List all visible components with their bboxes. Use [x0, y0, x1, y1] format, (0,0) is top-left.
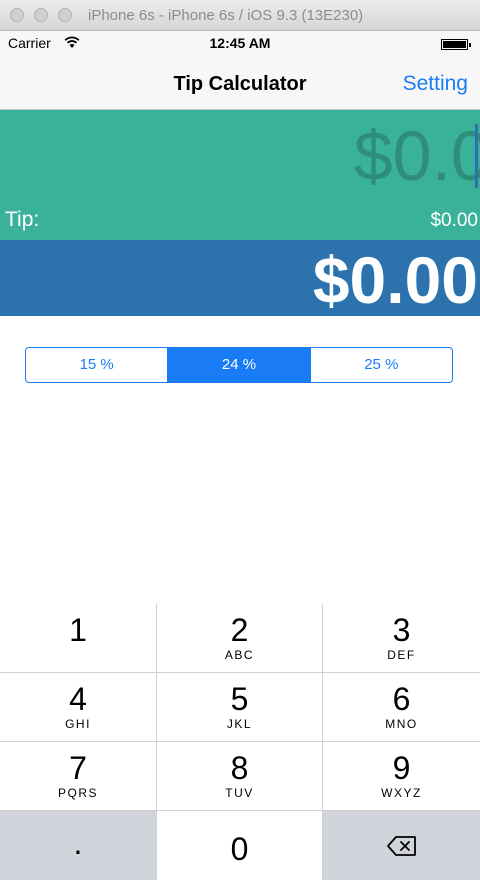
key-digit: 2: [230, 612, 249, 648]
key-7[interactable]: 7 PQRS: [0, 742, 157, 811]
key-letters: GHI: [65, 717, 91, 731]
setting-button[interactable]: Setting: [403, 72, 468, 96]
key-digit: 1: [69, 612, 87, 648]
text-cursor: [475, 124, 478, 188]
minimize-window-button[interactable]: [34, 8, 48, 22]
segment-24-percent[interactable]: 24 %: [167, 348, 310, 382]
key-6[interactable]: 6 MNO: [323, 673, 480, 742]
key-letters: PQRS: [57, 786, 98, 800]
key-8[interactable]: 8 TUV: [157, 742, 323, 811]
key-digit: 6: [392, 681, 411, 717]
key-letters: JKL: [226, 717, 253, 731]
bill-amount-input[interactable]: $0.0: [354, 116, 480, 196]
battery-icon: [441, 39, 471, 50]
navigation-bar: Tip Calculator Setting: [0, 55, 480, 110]
key-delete[interactable]: [323, 811, 480, 880]
bill-section: $0.0 Tip: $0.00: [0, 110, 480, 240]
zoom-window-button[interactable]: [58, 8, 72, 22]
key-digit: 4: [69, 681, 87, 717]
key-letters: ABC: [224, 648, 255, 662]
key-digit: 3: [392, 612, 411, 648]
key-digit: 8: [230, 750, 249, 786]
segment-25-percent[interactable]: 25 %: [309, 348, 452, 382]
key-decimal[interactable]: .: [0, 811, 157, 880]
numeric-keypad: 1 2 ABC 3 DEF 4 GHI 5 JKL 6 MNO 7 PQRS 8…: [0, 604, 480, 880]
simulator-titlebar: iPhone 6s - iPhone 6s / iOS 9.3 (13E230): [0, 0, 480, 31]
total-amount: $0.00: [312, 243, 478, 316]
key-letters: MNO: [385, 717, 418, 731]
key-4[interactable]: 4 GHI: [0, 673, 157, 742]
status-bar: Carrier 12:45 AM: [0, 31, 480, 55]
key-letters: DEF: [387, 648, 416, 662]
key-digit: 0: [230, 831, 249, 867]
status-time: 12:45 AM: [209, 35, 271, 51]
key-2[interactable]: 2 ABC: [157, 604, 323, 673]
window-title: iPhone 6s - iPhone 6s / iOS 9.3 (13E230): [88, 7, 364, 24]
key-3[interactable]: 3 DEF: [323, 604, 480, 673]
close-window-button[interactable]: [10, 8, 24, 22]
key-digit: 5: [230, 681, 249, 717]
key-letters: TUV: [225, 786, 254, 800]
key-1[interactable]: 1: [0, 604, 157, 673]
key-digit: 9: [392, 750, 411, 786]
key-0[interactable]: 0: [157, 811, 323, 880]
key-9[interactable]: 9 WXYZ: [323, 742, 480, 811]
total-section: $0.00: [0, 240, 480, 316]
key-letters: WXYZ: [381, 786, 422, 800]
segment-15-percent[interactable]: 15 %: [26, 348, 167, 382]
tip-value: $0.00: [430, 210, 478, 231]
key-5[interactable]: 5 JKL: [157, 673, 323, 742]
tip-percentage-control: 15 % 24 % 25 %: [25, 347, 453, 383]
key-digit: .: [73, 825, 83, 861]
key-digit: 7: [69, 750, 87, 786]
backspace-icon: [386, 836, 416, 856]
tip-label: Tip:: [5, 208, 40, 231]
